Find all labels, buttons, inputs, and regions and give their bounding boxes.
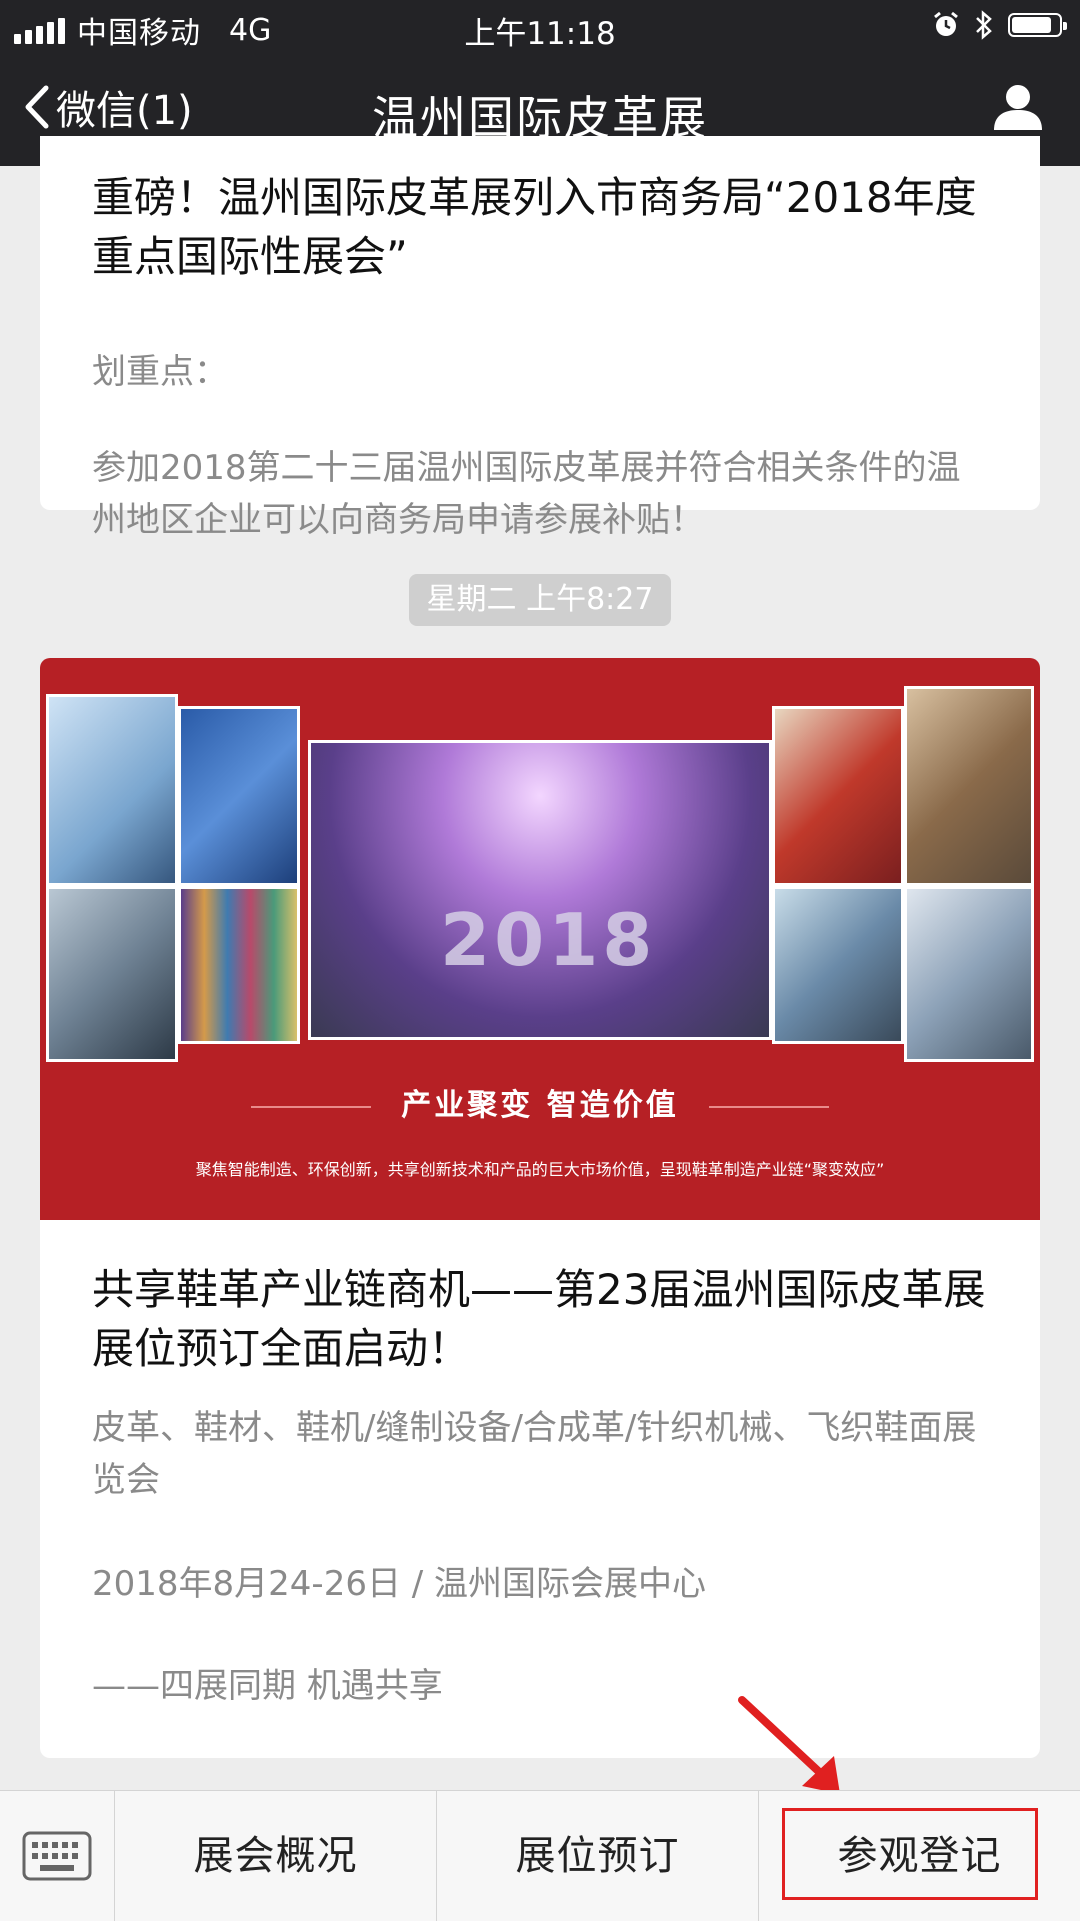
status-time: 上午11:18 [464,16,616,52]
summary-label: 划重点： [92,352,228,392]
menu-item-overview[interactable]: 展会概况 [115,1791,437,1921]
article-card[interactable]: 重磅！温州国际皮革展列入市商务局“2018年度重点国际性展会” 划重点： 参加2… [40,136,1040,540]
banner-slogan-text: 产业聚变 智造价值 [401,1088,679,1123]
profile-button[interactable] [992,82,1044,136]
bluetooth-icon [976,10,992,40]
photo-printing-machine [46,694,178,886]
photo-exhibition-hall [308,740,772,1040]
photo-fabric-rolls [178,886,300,1044]
photo-equipment [178,706,300,886]
message-timestamp: 星期二 上午8:27 [409,574,671,626]
summary-text: 参加2018第二十三届温州国际皮革展并符合相关条件的温州地区企业可以向商务局申请… [92,448,961,540]
photo-business-meeting [904,686,1034,886]
keyboard-toggle-button[interactable] [0,1791,115,1921]
photo-visitors [772,886,904,1044]
menu-item-booth-booking[interactable]: 展位预订 [437,1791,759,1921]
status-bar: 中国移动 4G 上午11:18 [0,0,1080,54]
article-cover-image: 2018 产业聚变 智造价值 聚焦智能制造、环保创新，共享创新技术和产品的巨大市… [40,658,1040,1220]
article-headline: 共享鞋革产业链商机——第23届温州国际皮革展展位预订全面启动！ [92,1265,986,1373]
photo-buyers [904,886,1034,1062]
banner-subline: 聚焦智能制造、环保创新，共享创新技术和产品的巨大市场价值，呈现鞋革制造产业链“聚… [195,1160,885,1179]
banner-slogan: 产业聚变 智造价值 [40,1080,1040,1124]
battery-icon [1008,13,1067,37]
status-right [932,10,1067,40]
photo-opening-ceremony [772,706,904,886]
keyboard-icon [22,1831,92,1881]
article-headline: 重磅！温州国际皮革展列入市商务局“2018年度重点国际性展会” [92,173,977,281]
article-card[interactable]: 2018 产业聚变 智造价值 聚焦智能制造、环保创新，共享创新技术和产品的巨大市… [40,658,1040,1758]
banner-year: 2018 [440,898,657,982]
article-date-venue: 2018年8月24-26日 / 温州国际会展中心 [92,1564,707,1604]
article-summary: 划重点： 参加2018第二十三届温州国际皮革展并符合相关条件的温州地区企业可以向… [92,352,988,546]
article-summary: 皮革、鞋材、鞋机/缝制设备/合成革/针织机械、飞织鞋面展览会 [92,1408,977,1500]
annotation-highlight-box [782,1808,1038,1900]
person-icon [994,85,1042,130]
alarm-icon [934,11,958,36]
photo-sewing-machine [46,886,178,1062]
